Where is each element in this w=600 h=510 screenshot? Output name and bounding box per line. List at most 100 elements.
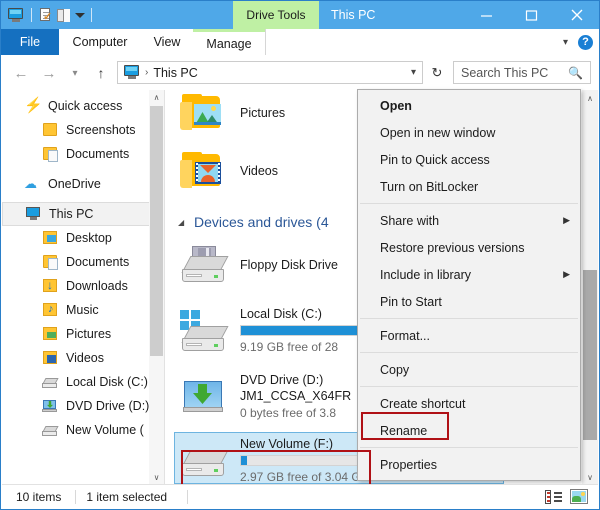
sidebar-item-label: Documents (66, 255, 130, 269)
local-disk-icon (180, 310, 230, 352)
context-menu-item-share-with[interactable]: Share with ▶ (358, 207, 580, 234)
sidebar-item-local-disk-c[interactable]: Local Disk (C:) (2, 370, 152, 394)
search-icon[interactable]: 🔍 (568, 66, 583, 80)
tab-manage[interactable]: Manage (193, 29, 265, 55)
context-menu-item-pin-to-quick-access[interactable]: Pin to Quick access (358, 146, 580, 173)
address-dropdown-icon[interactable]: ▾ (411, 67, 416, 78)
this-pc-icon[interactable] (7, 7, 25, 23)
maximize-button[interactable] (509, 1, 554, 29)
scroll-down-arrow-icon[interactable]: ∨ (582, 469, 598, 485)
menu-item-label: Copy (380, 362, 410, 377)
sidebar-item-dvd-drive-d[interactable]: DVD Drive (D:) (2, 394, 152, 418)
tab-view[interactable]: View (141, 29, 193, 55)
sidebar-item-label: Downloads (66, 279, 128, 293)
status-divider-2 (187, 489, 189, 504)
sidebar-item-new-volume-f[interactable]: New Volume ( (2, 418, 152, 442)
sidebar-item-desktop[interactable]: Desktop (2, 226, 152, 250)
chevron-down-icon[interactable]: ▾ (563, 37, 568, 48)
scrollbar-thumb[interactable] (583, 270, 597, 440)
forward-button[interactable]: → (39, 63, 59, 83)
details-view-icon[interactable] (545, 489, 562, 504)
minimize-button[interactable] (464, 1, 509, 29)
sidebar-item-screenshots[interactable]: Screenshots (2, 118, 152, 142)
sidebar-item-this-pc[interactable]: This PC (2, 202, 152, 226)
collapse-triangle-icon[interactable]: ◢ (178, 218, 192, 227)
tab-file-label: File (19, 35, 41, 49)
address-bar[interactable]: › This PC ▾ (117, 61, 423, 84)
selection-count-text: 1 item selected (86, 489, 168, 504)
window-title: This PC (331, 1, 375, 29)
contextual-tab-label: Drive Tools (246, 8, 306, 22)
recent-locations-button[interactable]: ▾ (65, 63, 85, 83)
scroll-up-arrow-icon[interactable]: ∧ (149, 90, 164, 105)
qat-divider (31, 8, 32, 22)
tab-file[interactable]: File (1, 29, 59, 55)
list-item-label: DVD Drive (D:) (240, 373, 324, 387)
menu-separator (360, 447, 578, 448)
context-menu-item-copy[interactable]: Copy (358, 356, 580, 383)
context-menu-item-format[interactable]: Format... (358, 322, 580, 349)
file-list-scrollbar[interactable]: ∧ ∨ (582, 90, 598, 485)
dvd-drive-icon (42, 398, 59, 414)
close-button[interactable] (554, 1, 599, 29)
menu-item-label: Format... (380, 328, 431, 343)
properties-icon[interactable]: ✓ (38, 7, 54, 23)
sidebar-item-videos[interactable]: Videos (2, 346, 152, 370)
menu-item-label: Restore previous versions (380, 240, 525, 255)
menu-separator (360, 352, 578, 353)
capacity-text: 2.97 GB free of 3.04 GB (240, 470, 369, 484)
menu-separator (360, 386, 578, 387)
tab-manage-label: Manage (206, 36, 252, 51)
desktop-icon (42, 230, 59, 246)
sidebar-item-onedrive[interactable]: ☁ OneDrive (2, 172, 152, 196)
ribbon-right-controls: ▾ ? (563, 29, 593, 55)
sidebar-item-music[interactable]: Music (2, 298, 152, 322)
sidebar-item-pictures[interactable]: Pictures (2, 322, 152, 346)
menu-item-label: Open (380, 98, 412, 113)
tab-computer-label: Computer (72, 35, 128, 49)
help-icon[interactable]: ? (578, 34, 593, 50)
scroll-down-arrow-icon[interactable]: ∨ (149, 470, 164, 485)
context-menu-item-rename[interactable]: Rename (358, 417, 580, 444)
submenu-arrow-icon: ▶ (563, 215, 570, 225)
sidebar-item-label: OneDrive (48, 177, 101, 191)
list-item-sublabel: JM1_CCSA_X64FR (240, 389, 352, 403)
customize-caret-icon[interactable] (74, 10, 85, 21)
breadcrumb-path[interactable]: This PC (153, 66, 197, 80)
sidebar-item-downloads[interactable]: Downloads (2, 274, 152, 298)
view-mode-buttons (545, 489, 588, 504)
refresh-button[interactable]: ↻ (425, 61, 449, 84)
capacity-text: 0 bytes free of 3.8 (240, 406, 337, 420)
submenu-arrow-icon: ▶ (563, 269, 570, 279)
up-button[interactable]: ↑ (91, 63, 111, 83)
context-menu-item-pin-to-start[interactable]: Pin to Start (358, 288, 580, 315)
tab-view-label: View (153, 35, 181, 49)
drive-icon (180, 444, 230, 484)
scrollbar-thumb[interactable] (150, 106, 163, 356)
scroll-up-arrow-icon[interactable]: ∧ (582, 90, 598, 106)
sidebar-item-label: Screenshots (66, 123, 136, 137)
videos-folder-icon (180, 152, 228, 196)
context-menu-item-restore-previous-versions[interactable]: Restore previous versions (358, 234, 580, 261)
quick-access-icon: ⚡ (24, 97, 43, 114)
tab-computer[interactable]: Computer (59, 29, 141, 55)
floppy-disk-drive-icon (180, 246, 230, 290)
search-input[interactable]: Search This PC (461, 66, 548, 80)
sidebar-item-documents[interactable]: Documents (2, 250, 152, 274)
new-folder-icon[interactable] (57, 8, 71, 23)
context-menu-item-include-in-library[interactable]: Include in library ▶ (358, 261, 580, 288)
large-icons-view-icon[interactable] (570, 489, 588, 504)
contextual-tab-drive-tools[interactable]: Drive Tools (233, 1, 319, 29)
context-menu-item-open[interactable]: Open (358, 92, 580, 119)
context-menu-item-create-shortcut[interactable]: Create shortcut (358, 390, 580, 417)
list-item-label: New Volume (F:) (240, 437, 334, 451)
context-menu-item-open-in-new-window[interactable]: Open in new window (358, 119, 580, 146)
navigation-pane-scrollbar[interactable]: ∧ ∨ (149, 90, 164, 485)
search-box[interactable]: Search This PC 🔍 (453, 61, 591, 84)
context-menu-item-properties[interactable]: Properties (358, 451, 580, 478)
sidebar-item-quick-access[interactable]: ⚡ Quick access (2, 94, 152, 118)
sidebar-item-documents-qa[interactable]: Documents (2, 142, 152, 166)
context-menu-item-turn-on-bitlocker[interactable]: Turn on BitLocker (358, 173, 580, 200)
menu-item-label: Rename (380, 423, 428, 438)
back-button[interactable]: ← (11, 63, 31, 83)
